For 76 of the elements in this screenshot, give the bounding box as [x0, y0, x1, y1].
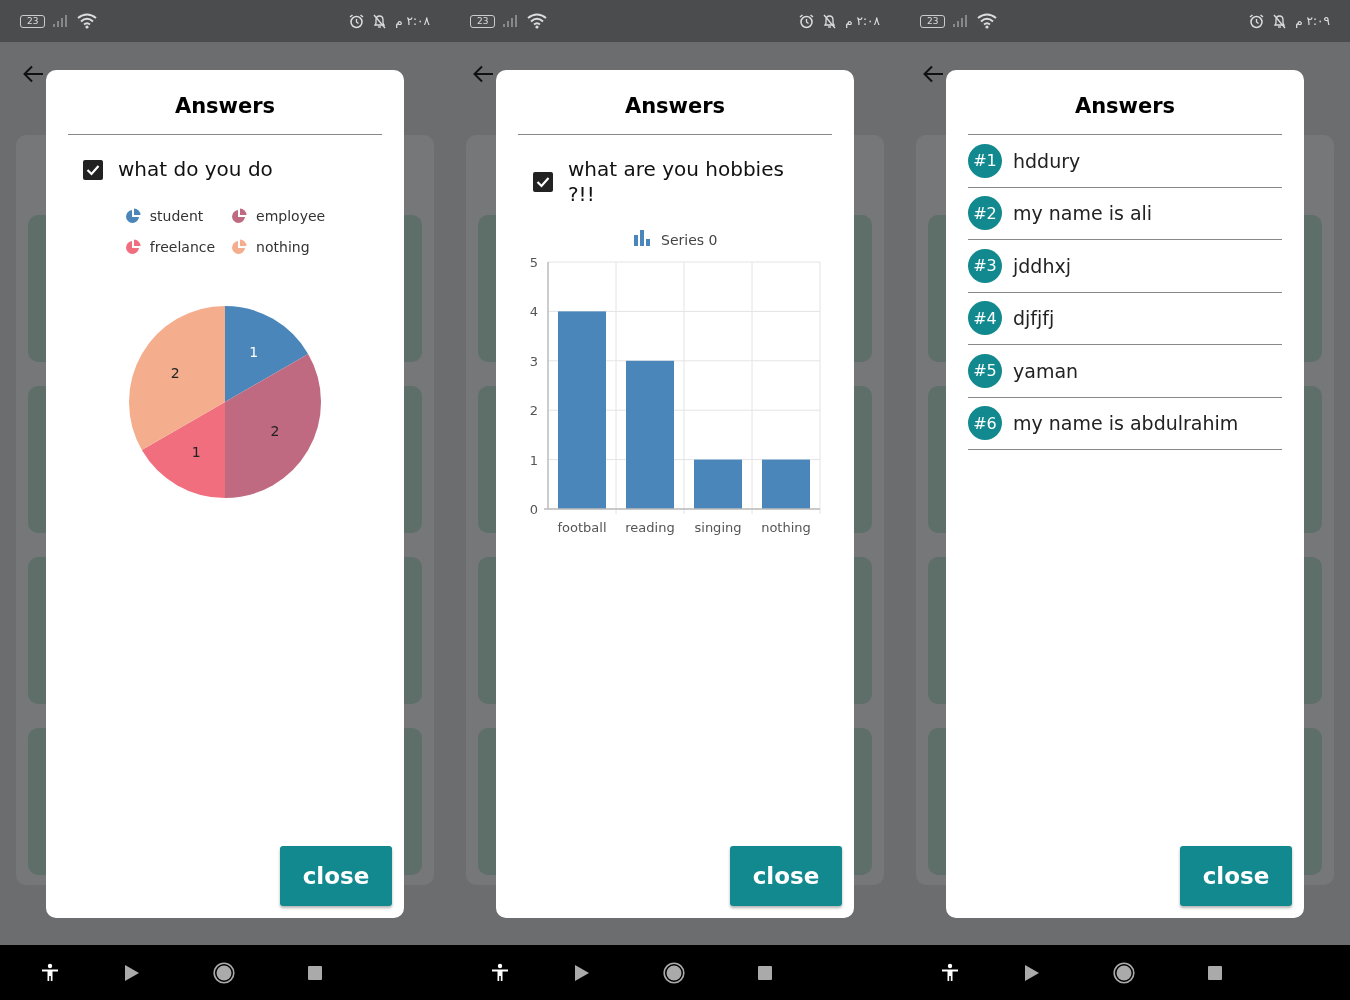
back-arrow-icon[interactable]: [472, 65, 494, 83]
battery-indicator: 23: [920, 14, 946, 28]
accessibility-icon[interactable]: [40, 962, 60, 983]
answer-text: my name is abdulrahim: [1013, 412, 1239, 435]
y-tick-label: 4: [529, 304, 538, 320]
alarm-clock-icon: [1249, 13, 1265, 29]
bar: [694, 459, 742, 509]
answer-number-badge: #1: [968, 143, 1002, 178]
home-circle-icon[interactable]: [1113, 961, 1135, 984]
checkbox[interactable]: [533, 172, 553, 192]
square-icon[interactable]: [758, 965, 772, 980]
status-time: ٢:٠٨ م: [395, 14, 430, 28]
slice-value: 2: [170, 365, 180, 382]
answer-number-badge: #4: [968, 301, 1002, 336]
x-tick-label: singing: [694, 520, 742, 535]
close-button[interactable]: close: [280, 846, 392, 906]
bell-off-icon: [372, 13, 388, 29]
bell-off-icon: [1272, 13, 1288, 29]
signal-icon: [953, 15, 970, 27]
alarm-clock-icon: [349, 13, 365, 29]
status-time: ٢:٠٩ م: [1295, 14, 1330, 28]
back-arrow-icon[interactable]: [922, 65, 944, 83]
y-tick-label: 1: [529, 452, 538, 468]
legend-label: nothing: [256, 239, 310, 255]
square-icon[interactable]: [1208, 965, 1222, 980]
play-icon[interactable]: [1025, 964, 1039, 981]
battery-indicator: 23: [470, 14, 496, 28]
y-tick-label: 3: [529, 353, 538, 369]
checkbox[interactable]: [83, 159, 103, 180]
answer-text: jddhxj: [1013, 254, 1071, 277]
wifi-icon: [977, 13, 998, 29]
answer-number-badge: #6: [968, 406, 1002, 441]
back-arrow-icon[interactable]: [22, 65, 44, 83]
x-tick-label: football: [557, 520, 607, 535]
answer-number-badge: #5: [968, 353, 1002, 388]
bell-off-icon: [822, 13, 838, 29]
slice-value: 1: [191, 443, 201, 460]
slice-value: 1: [249, 344, 259, 361]
question-text: what are you hobbies ?!!: [568, 157, 785, 207]
x-tick-label: nothing: [761, 520, 811, 535]
bar: [762, 459, 810, 509]
close-button[interactable]: close: [1180, 846, 1292, 906]
alarm-clock-icon: [799, 13, 815, 29]
legend-label: freelance: [149, 239, 216, 255]
battery-indicator: 23: [20, 14, 46, 28]
answer-text: hddury: [1013, 149, 1081, 172]
question-text: what do you do: [118, 157, 274, 182]
y-tick-label: 0: [529, 502, 538, 517]
dialog-title: Answers: [1073, 94, 1177, 120]
close-button[interactable]: close: [730, 846, 842, 906]
legend-label: student: [149, 208, 204, 224]
accessibility-icon[interactable]: [490, 962, 510, 983]
dialog-title: Answers: [623, 94, 727, 120]
slice-value: 2: [270, 422, 280, 439]
answer-text: djfjfj: [1013, 307, 1055, 330]
square-icon[interactable]: [308, 965, 322, 980]
signal-icon: [503, 15, 520, 27]
answer-text: yaman: [1013, 359, 1079, 382]
y-tick-label: 2: [529, 403, 538, 419]
dialog-title: Answers: [173, 94, 277, 120]
wifi-icon: [527, 13, 548, 29]
wifi-icon: [77, 13, 98, 29]
home-circle-icon[interactable]: [663, 961, 685, 984]
answer-number-badge: #3: [968, 248, 1002, 283]
answer-text: my name is ali: [1013, 202, 1153, 225]
home-circle-icon[interactable]: [213, 961, 235, 984]
legend-label: Series 0: [661, 232, 718, 248]
signal-icon: [53, 15, 70, 27]
status-time: ٢:٠٨ م: [845, 14, 880, 28]
legend-label: employee: [256, 208, 326, 224]
answer-number-badge: #2: [968, 196, 1002, 231]
play-icon[interactable]: [125, 964, 139, 981]
y-tick-label: 5: [529, 255, 538, 270]
play-icon[interactable]: [575, 964, 589, 981]
accessibility-icon[interactable]: [940, 962, 960, 983]
x-tick-label: reading: [625, 520, 675, 535]
